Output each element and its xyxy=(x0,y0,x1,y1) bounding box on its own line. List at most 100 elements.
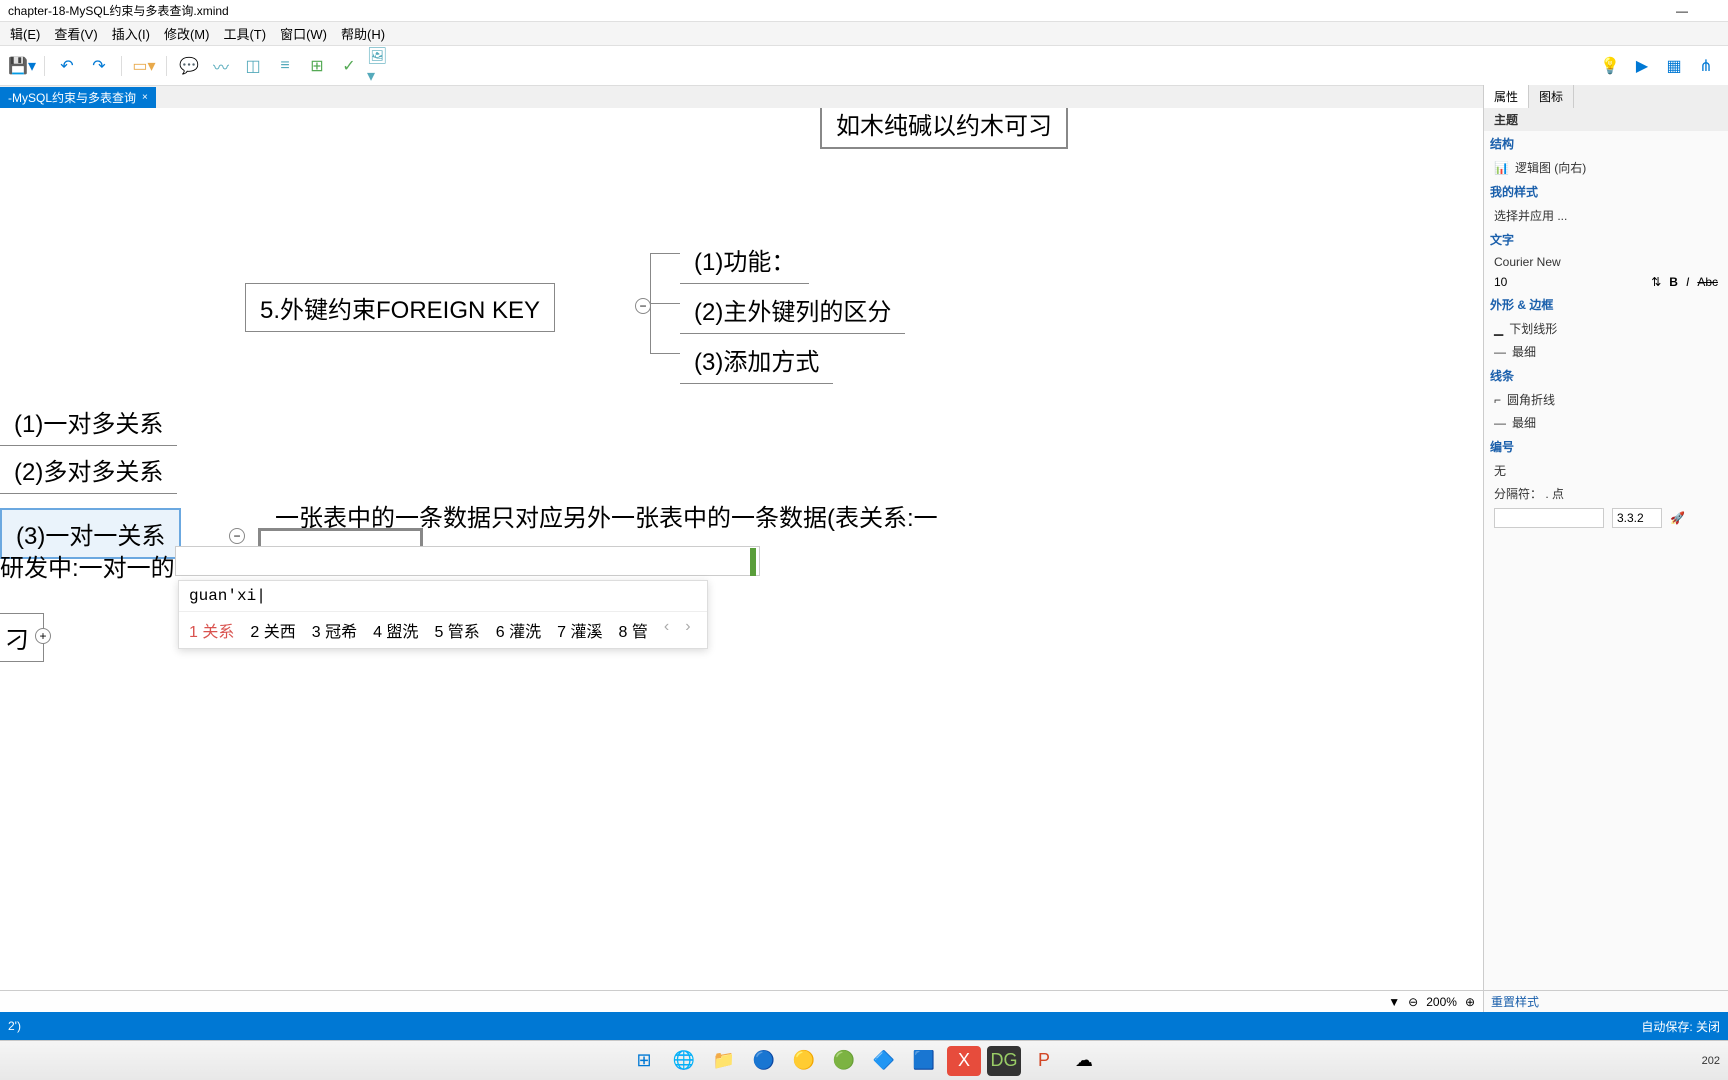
node-rel-note[interactable]: 研发中:一对一的 xyxy=(0,548,175,583)
relation-icon[interactable]: 〰 xyxy=(207,52,235,80)
rocket-icon[interactable]: 🚀 xyxy=(1670,511,1685,525)
close-icon[interactable]: × xyxy=(142,92,148,103)
ime-input: guan'xi| xyxy=(179,581,707,612)
bold-icon[interactable]: B xyxy=(1669,275,1678,289)
datagrip-icon[interactable]: DG xyxy=(987,1046,1021,1076)
windows-taskbar[interactable]: ⊞ 🌐 📁 🔵 🟡 🟢 🔷 🟦 X DG P ☁ 202 xyxy=(0,1040,1728,1080)
menu-view[interactable]: 查看(V) xyxy=(48,24,103,43)
chrome-icon[interactable]: 🟡 xyxy=(787,1046,821,1076)
line-shape-select[interactable]: ⌐ 圆角折线 xyxy=(1484,388,1728,411)
gantt-icon[interactable]: ▦ xyxy=(1660,52,1688,80)
minimize-button[interactable]: — xyxy=(1676,4,1688,18)
ime-cand-3[interactable]: 3 冠希 xyxy=(312,618,357,642)
app-icon[interactable]: 🟢 xyxy=(827,1046,861,1076)
number-prefix-input[interactable] xyxy=(1494,508,1604,528)
save-icon[interactable]: 💾▾ xyxy=(8,52,36,80)
app-icon[interactable]: ☁ xyxy=(1067,1046,1101,1076)
marker-icon[interactable]: ⊞ xyxy=(303,52,331,80)
border-select[interactable]: — 最细 xyxy=(1484,340,1728,363)
share-icon[interactable]: ⋔ xyxy=(1692,52,1720,80)
coord-label: 2') xyxy=(8,1019,21,1033)
topic-icon[interactable]: ▭▾ xyxy=(130,52,158,80)
edit-input[interactable] xyxy=(175,546,760,576)
node-partial-top[interactable]: 如木纯碱以约木可习 xyxy=(820,108,1068,149)
image-icon[interactable]: 🖼▾ xyxy=(367,52,395,80)
toolbar: 💾▾ ↶ ↷ ▭▾ 💬 〰 ◫ ≡ ⊞ ✓ 🖼▾ 💡 ▶ ▦ ⋔ xyxy=(0,46,1728,86)
label-icon[interactable]: ✓ xyxy=(335,52,363,80)
titlebar: chapter-18-MySQL约束与多表查询.xmind — xyxy=(0,0,1728,22)
collapse-icon[interactable]: − xyxy=(635,298,651,314)
menu-edit[interactable]: 辑(E) xyxy=(4,24,46,43)
filter-icon[interactable]: ▼ xyxy=(1388,995,1400,1009)
zoom-out-icon[interactable]: ⊖ xyxy=(1408,995,1418,1009)
app-icon[interactable]: 🔷 xyxy=(867,1046,901,1076)
ime-cand-4[interactable]: 4 盥洗 xyxy=(373,618,418,642)
menu-window[interactable]: 窗口(W) xyxy=(274,24,333,43)
node-5-1[interactable]: (1)功能： xyxy=(680,236,809,284)
ime-candidates[interactable]: 1 关系 2 关西 3 冠希 4 盥洗 5 管系 6 灌洗 7 灌溪 8 管 ‹… xyxy=(179,612,707,648)
node-rel-1[interactable]: (1)一对多关系 xyxy=(0,398,177,446)
boundary-icon[interactable]: ◫ xyxy=(239,52,267,80)
strike-icon[interactable]: Abc xyxy=(1697,275,1718,289)
reset-style-button[interactable]: 重置样式 xyxy=(1483,990,1728,1012)
idea-icon[interactable]: 💡 xyxy=(1596,52,1624,80)
italic-icon[interactable]: I xyxy=(1686,275,1689,289)
autosave-label: 自动保存: 关闭 xyxy=(1641,1018,1720,1035)
menu-modify[interactable]: 修改(M) xyxy=(158,24,216,43)
line-shape-value: 圆角折线 xyxy=(1507,391,1555,408)
ime-next-icon[interactable]: › xyxy=(685,618,690,642)
present-icon[interactable]: ▶ xyxy=(1628,52,1656,80)
tabbar: -MySQL约束与多表查询 × ▫ xyxy=(0,86,1728,108)
tab-icons[interactable]: 图标 xyxy=(1529,85,1574,108)
structure-select[interactable]: 📊 逻辑图 (向右) xyxy=(1484,156,1728,179)
node-rel-2[interactable]: (2)多对多关系 xyxy=(0,446,177,494)
style-select[interactable]: 选择并应用 ... xyxy=(1484,204,1728,227)
font-select[interactable]: Courier New xyxy=(1484,252,1728,272)
ime-cand-7[interactable]: 7 灌溪 xyxy=(557,618,602,642)
summary-icon[interactable]: ≡ xyxy=(271,52,299,80)
note-icon[interactable]: 💬 xyxy=(175,52,203,80)
spinner-icon[interactable]: ⇅ xyxy=(1651,275,1661,289)
line-weight-select[interactable]: — 最细 xyxy=(1484,411,1728,434)
clock[interactable]: 202 xyxy=(1702,1055,1720,1067)
redo-icon[interactable]: ↷ xyxy=(85,52,113,80)
browser-icon[interactable]: 🔵 xyxy=(747,1046,781,1076)
node-5-3[interactable]: (3)添加方式 xyxy=(680,336,833,384)
separator-select[interactable]: 分隔符： . 点 xyxy=(1484,482,1728,505)
ime-prev-icon[interactable]: ‹ xyxy=(664,618,669,642)
ime-cand-2[interactable]: 2 关西 xyxy=(250,618,295,642)
menu-tools[interactable]: 工具(T) xyxy=(217,24,272,43)
number-value-input[interactable] xyxy=(1612,508,1662,528)
branch-line xyxy=(650,253,680,254)
menu-help[interactable]: 帮助(H) xyxy=(335,24,391,43)
ime-cand-5[interactable]: 5 管系 xyxy=(434,618,479,642)
explorer-icon[interactable]: 📁 xyxy=(707,1046,741,1076)
undo-icon[interactable]: ↶ xyxy=(53,52,81,80)
section-line: 线条 xyxy=(1484,363,1728,388)
canvas-area[interactable]: 如木纯碱以约木可习 5.外键约束FOREIGN KEY − (1)功能： (2)… xyxy=(0,108,1483,1052)
document-tab[interactable]: -MySQL约束与多表查询 × xyxy=(0,87,156,108)
xmind-icon[interactable]: X xyxy=(947,1046,981,1076)
sep xyxy=(44,56,45,76)
collapse-icon[interactable]: − xyxy=(229,528,245,544)
powerpoint-icon[interactable]: P xyxy=(1027,1046,1061,1076)
expand-icon[interactable]: + xyxy=(35,628,51,644)
tab-properties[interactable]: 属性 xyxy=(1484,85,1529,108)
edge-icon[interactable]: 🌐 xyxy=(667,1046,701,1076)
app-icon[interactable]: 🟦 xyxy=(907,1046,941,1076)
node-foreign-key[interactable]: 5.外键约束FOREIGN KEY xyxy=(245,283,555,332)
statusbar: ▼ ⊖ 200% ⊕ xyxy=(0,990,1483,1012)
zoom-in-icon[interactable]: ⊕ xyxy=(1465,995,1475,1009)
zoom-level[interactable]: 200% xyxy=(1426,995,1457,1009)
shape-select[interactable]: ▁ 下划线形 xyxy=(1484,317,1728,340)
ime-cand-6[interactable]: 6 灌洗 xyxy=(496,618,541,642)
font-size[interactable]: 10 xyxy=(1494,275,1507,289)
branch-line xyxy=(650,303,680,304)
node-5-2[interactable]: (2)主外键列的区分 xyxy=(680,286,905,334)
start-icon[interactable]: ⊞ xyxy=(627,1046,661,1076)
ime-cand-8[interactable]: 8 管 xyxy=(619,618,648,642)
number-select[interactable]: 无 xyxy=(1484,459,1728,482)
ime-popup[interactable]: guan'xi| 1 关系 2 关西 3 冠希 4 盥洗 5 管系 6 灌洗 7… xyxy=(178,580,708,649)
ime-cand-1[interactable]: 1 关系 xyxy=(189,618,234,642)
menu-insert[interactable]: 插入(I) xyxy=(106,24,156,43)
